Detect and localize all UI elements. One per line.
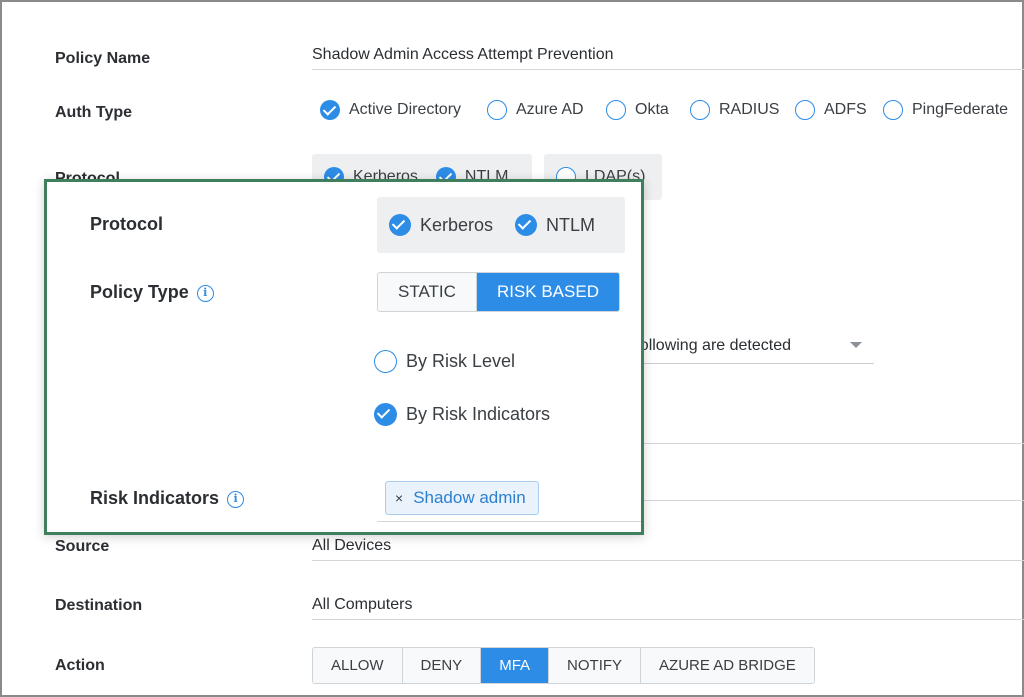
risk-indicator-chip: × Shadow admin (385, 481, 539, 515)
auth-option-label: Okta (635, 101, 669, 118)
protocol-group: Kerberos NTLM (377, 197, 625, 253)
checked-icon (320, 100, 340, 120)
auth-option-label: Azure AD (516, 101, 584, 118)
action-mfa-button[interactable]: MFA (481, 648, 550, 683)
auth-type-label: Auth Type (55, 104, 133, 121)
auth-option-radius[interactable]: RADIUS (690, 100, 779, 120)
action-segmented-control: ALLOW DENY MFA NOTIFY AZURE AD BRIDGE (312, 647, 815, 684)
auth-option-label: ADFS (824, 101, 867, 118)
radio-unchecked-icon (374, 350, 397, 373)
risk-indicator-chip-label: Shadow admin (413, 488, 526, 507)
risk-condition-dropdown[interactable]: e following are detected (622, 337, 874, 364)
radio-unchecked-icon (487, 100, 507, 120)
policy-type-risk-based-button[interactable]: RISK BASED (476, 273, 619, 311)
protocol-option-ntlm[interactable]: NTLM (515, 214, 595, 236)
close-icon[interactable]: × (395, 490, 403, 506)
info-icon[interactable]: i (227, 490, 245, 508)
auth-option-okta[interactable]: Okta (606, 100, 669, 120)
risk-mode-by-risk-level[interactable]: By Risk Level (374, 350, 515, 373)
checked-icon (515, 214, 538, 236)
zoom-callout-panel: Protocol Kerberos NTLM Policy Type i STAT… (44, 179, 644, 535)
policy-form: Policy Name Shadow Admin Access Attempt … (0, 0, 1024, 697)
risk-indicators-label-text: Risk Indicators (90, 488, 220, 508)
auth-option-label: RADIUS (719, 101, 780, 118)
radio-unchecked-icon (606, 100, 626, 120)
auth-option-adfs[interactable]: ADFS (795, 100, 867, 120)
risk-when-field[interactable]: Wh (606, 402, 1024, 444)
auth-option-label: PingFederate (912, 101, 1009, 118)
policy-type-label-text: Policy Type (90, 282, 189, 302)
radio-unchecked-icon (883, 100, 903, 120)
auth-option-active-directory[interactable]: Active Directory (320, 100, 461, 120)
radio-unchecked-icon (690, 100, 710, 120)
source-label: Source (55, 538, 110, 555)
destination-label: Destination (55, 597, 143, 614)
protocol-option-kerberos[interactable]: Kerberos (389, 214, 493, 236)
destination-field[interactable]: All Computers (312, 596, 1024, 620)
source-field[interactable]: All Devices (312, 537, 1024, 561)
chevron-down-icon (850, 342, 862, 348)
protocol-option-label: Kerberos (420, 214, 494, 235)
action-azure-ad-bridge-button[interactable]: AZURE AD BRIDGE (641, 648, 814, 683)
policy-type-static-button[interactable]: STATIC (378, 273, 477, 311)
auth-option-label: Active Directory (349, 101, 462, 118)
auth-option-pingfederate[interactable]: PingFederate (883, 100, 1008, 120)
policy-name-input[interactable]: Shadow Admin Access Attempt Prevention (312, 46, 1024, 70)
action-allow-button[interactable]: ALLOW (313, 648, 403, 683)
checked-icon (374, 403, 397, 426)
action-label: Action (55, 657, 105, 674)
risk-mode-by-risk-indicators[interactable]: By Risk Indicators (374, 403, 550, 426)
field-divider (642, 500, 1024, 501)
policy-type-segmented-control: STATIC RISK BASED (377, 272, 620, 312)
protocol-option-label: NTLM (546, 214, 596, 235)
radio-unchecked-icon (795, 100, 815, 120)
checked-icon (389, 214, 411, 236)
risk-mode-label: By Risk Indicators (406, 404, 551, 424)
policy-type-label: Policy Type i (90, 282, 214, 303)
info-icon[interactable]: i (196, 284, 214, 302)
protocol-label: Protocol (90, 214, 164, 234)
risk-indicators-label: Risk Indicators i (90, 488, 245, 509)
risk-indicators-input[interactable]: × Shadow admin (377, 476, 641, 522)
action-notify-button[interactable]: NOTIFY (549, 648, 642, 683)
policy-name-label: Policy Name (55, 50, 151, 67)
action-deny-button[interactable]: DENY (402, 648, 482, 683)
auth-option-azure-ad[interactable]: Azure AD (487, 100, 584, 120)
risk-mode-label: By Risk Level (406, 351, 516, 371)
